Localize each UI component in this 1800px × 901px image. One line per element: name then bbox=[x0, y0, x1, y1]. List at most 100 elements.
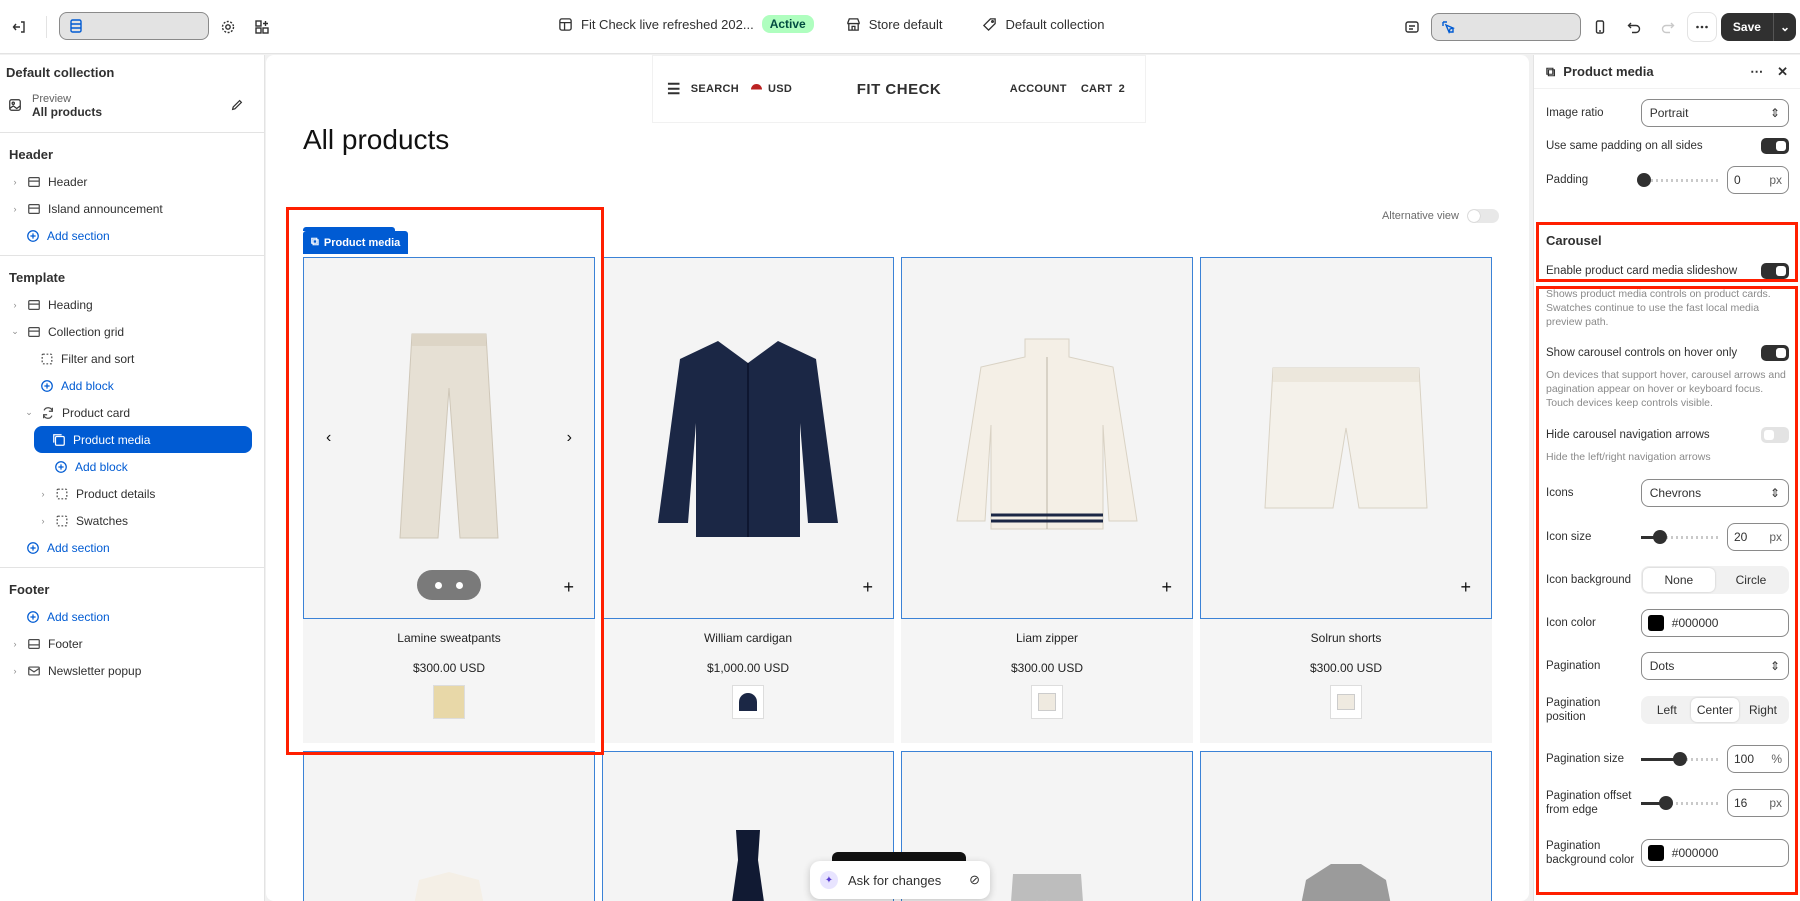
sections-icon[interactable] bbox=[59, 12, 209, 40]
product-price: $300.00 USD bbox=[1309, 661, 1383, 675]
padding-slider[interactable] bbox=[1637, 172, 1719, 187]
theme-selector[interactable]: Fit Check live refreshed 202... Active bbox=[558, 15, 814, 33]
chevron-down-icon[interactable]: ⌄ bbox=[10, 326, 20, 337]
product-card[interactable]: + William cardigan $1,000.00 USD bbox=[602, 257, 894, 743]
product-card[interactable] bbox=[303, 751, 595, 901]
block-icon bbox=[55, 487, 69, 501]
slider-knob[interactable] bbox=[1637, 172, 1651, 187]
padding-input[interactable]: 0 px bbox=[1727, 166, 1789, 194]
chevron-down-icon[interactable]: ⌄ bbox=[24, 407, 34, 418]
product-card[interactable]: + Solrun shorts $300.00 USD bbox=[1200, 257, 1492, 743]
field-label: Use same padding on all sides bbox=[1546, 140, 1703, 152]
sidebar-item-product-media[interactable]: Product media bbox=[34, 426, 252, 453]
account-link[interactable]: ACCOUNT bbox=[1010, 83, 1067, 95]
ask-for-changes-bar[interactable]: ✦ Ask for changes ⊘ bbox=[810, 861, 990, 899]
product-price: $1,000.00 USD bbox=[706, 661, 790, 675]
gear-icon[interactable] bbox=[213, 12, 243, 42]
add-section-button[interactable]: Add section bbox=[0, 603, 264, 630]
top-bar: Fit Check live refreshed 202... Active S… bbox=[0, 0, 1800, 54]
store-logo[interactable]: FIT CHECK bbox=[857, 81, 942, 98]
sidebar-item-collection-grid[interactable]: ⌄ Collection grid bbox=[0, 318, 264, 345]
sidebar-item-label: Heading bbox=[48, 297, 93, 312]
add-section-button[interactable]: Add section bbox=[0, 534, 264, 561]
eye-off-icon[interactable]: ⊘ bbox=[969, 872, 980, 888]
add-block-button[interactable]: Add block bbox=[0, 453, 264, 480]
sidebar-item-filter-sort[interactable]: Filter and sort bbox=[0, 345, 264, 372]
chevron-down-icon[interactable]: ⌄ bbox=[1772, 13, 1796, 41]
section-icon bbox=[27, 202, 41, 216]
undo-icon[interactable] bbox=[1619, 12, 1649, 42]
add-section-button[interactable]: Add section bbox=[0, 222, 264, 249]
sidebar-item-product-details[interactable]: › Product details bbox=[0, 480, 264, 507]
exit-icon[interactable] bbox=[4, 12, 34, 42]
color-swatch[interactable] bbox=[1031, 685, 1063, 719]
sidebar-item-header[interactable]: › Header bbox=[0, 168, 264, 195]
sidebar-item-swatches[interactable]: › Swatches bbox=[0, 507, 264, 534]
product-media[interactable]: + bbox=[901, 257, 1193, 619]
quick-add-icon[interactable]: + bbox=[862, 577, 873, 598]
chevron-right-icon[interactable]: › bbox=[10, 177, 20, 187]
chevron-right-icon[interactable]: › bbox=[10, 204, 20, 214]
product-media[interactable] bbox=[1200, 751, 1492, 901]
section-icon bbox=[27, 175, 41, 189]
more-icon[interactable]: ⋯ bbox=[1750, 64, 1763, 80]
apps-icon[interactable] bbox=[247, 12, 277, 42]
shorts-image bbox=[1264, 367, 1428, 509]
cart-link[interactable]: CART bbox=[1081, 83, 1113, 95]
product-name[interactable]: William cardigan bbox=[602, 619, 894, 645]
sidebar-item-product-card[interactable]: ⌄ Product card bbox=[0, 399, 264, 426]
color-swatch[interactable] bbox=[732, 685, 764, 719]
sidebar-item-newsletter[interactable]: › Newsletter popup bbox=[0, 657, 264, 684]
image-ratio-select[interactable]: Portrait ⇕ bbox=[1640, 99, 1789, 127]
product-media[interactable] bbox=[303, 751, 595, 901]
unit: px bbox=[1769, 173, 1782, 187]
sidebar-item-heading[interactable]: › Heading bbox=[0, 291, 264, 318]
more-icon[interactable] bbox=[1686, 12, 1717, 42]
chevron-right-icon[interactable]: › bbox=[10, 666, 20, 676]
product-name[interactable]: Solrun shorts bbox=[1200, 619, 1492, 645]
add-section-label: Add section bbox=[47, 540, 110, 555]
dress-image bbox=[732, 830, 764, 901]
sidebar-item-island[interactable]: › Island announcement bbox=[0, 195, 264, 222]
quick-add-icon[interactable]: + bbox=[1460, 577, 1471, 598]
product-media[interactable]: + bbox=[602, 257, 894, 619]
product-card[interactable]: + Liam zipper $300.00 USD bbox=[901, 257, 1193, 743]
inspector-icon[interactable] bbox=[1397, 12, 1427, 42]
chevron-right-icon[interactable]: › bbox=[38, 489, 48, 499]
product-card[interactable] bbox=[1200, 751, 1492, 901]
select-cursor-icon[interactable] bbox=[1430, 13, 1581, 41]
collection-selector[interactable]: Default collection bbox=[982, 17, 1104, 32]
chevron-right-icon[interactable]: › bbox=[38, 516, 48, 526]
same-padding-toggle[interactable] bbox=[1761, 138, 1789, 154]
redo-icon[interactable] bbox=[1653, 12, 1683, 42]
settings-panel: ⧉ Product media ⋯ ✕ Image ratio Portrait… bbox=[1533, 55, 1800, 901]
store-selector[interactable]: Store default bbox=[846, 16, 943, 32]
panel-header: ⧉ Product media ⋯ ✕ bbox=[1534, 55, 1800, 89]
menu-icon[interactable]: ☰ bbox=[667, 80, 681, 98]
quick-add-icon[interactable]: + bbox=[1161, 577, 1172, 598]
mobile-icon[interactable] bbox=[1585, 12, 1615, 42]
sidebar-item-label: Product media bbox=[73, 432, 151, 447]
preview-label: Preview bbox=[32, 93, 72, 105]
sidebar-item-footer[interactable]: › Footer bbox=[0, 630, 264, 657]
highlight-box bbox=[1536, 222, 1798, 282]
product-media[interactable]: + bbox=[1200, 257, 1492, 619]
chevron-right-icon[interactable]: › bbox=[10, 639, 20, 649]
product-name[interactable]: Liam zipper bbox=[901, 619, 1193, 645]
preview-canvas: ☰ SEARCH USD FIT CHECK ACCOUNT CART 2 Al… bbox=[266, 55, 1529, 901]
add-block-button[interactable]: Add block bbox=[0, 372, 264, 399]
preview-selector[interactable]: Preview All products bbox=[0, 86, 264, 126]
toggle-switch[interactable] bbox=[1467, 209, 1499, 223]
color-swatch[interactable] bbox=[1330, 685, 1362, 719]
pencil-icon[interactable] bbox=[230, 98, 244, 115]
highlight-box bbox=[286, 207, 604, 755]
store-name: Store default bbox=[868, 16, 943, 32]
save-button[interactable]: Save ⌄ bbox=[1720, 13, 1796, 41]
store-search-link[interactable]: SEARCH bbox=[691, 83, 739, 95]
close-icon[interactable]: ✕ bbox=[1777, 64, 1788, 80]
alternative-view-toggle[interactable]: Alternative view bbox=[1382, 209, 1499, 223]
chevron-right-icon[interactable]: › bbox=[10, 300, 20, 310]
tag-icon bbox=[983, 17, 997, 31]
currency-selector[interactable]: USD bbox=[751, 83, 792, 95]
ai-icon: ✦ bbox=[820, 871, 838, 889]
